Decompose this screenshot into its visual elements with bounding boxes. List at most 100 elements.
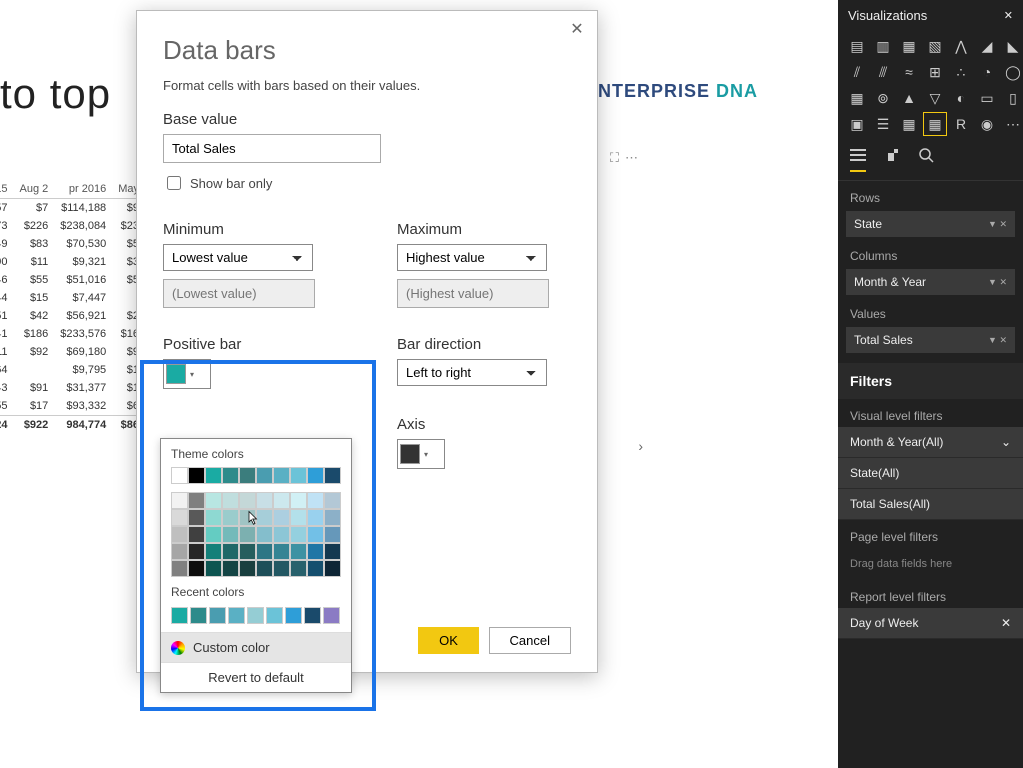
r-visual-icon[interactable]: R [950, 113, 972, 135]
color-swatch[interactable] [205, 526, 222, 543]
color-swatch[interactable] [222, 543, 239, 560]
color-swatch[interactable] [307, 467, 324, 484]
scroll-right-icon[interactable]: › [638, 438, 643, 454]
color-swatch[interactable] [228, 607, 245, 624]
color-swatch[interactable] [304, 607, 321, 624]
color-swatch[interactable] [323, 607, 340, 624]
multi-card-icon[interactable]: ▯ [1002, 87, 1023, 109]
filter-total-sales[interactable]: Total Sales(All) [838, 489, 1023, 520]
format-tab[interactable] [884, 147, 900, 172]
color-swatch[interactable] [256, 543, 273, 560]
color-swatch[interactable] [188, 509, 205, 526]
color-swatch[interactable] [256, 509, 273, 526]
column-header[interactable]: Jul 2015 [0, 180, 14, 199]
line-clustered-icon[interactable]: ⫻ [872, 61, 894, 83]
matrix-icon[interactable]: ▦ [924, 113, 946, 135]
visual-type-gallery[interactable]: ▤ ▥ ▦ ▧ ⋀ ◢ ◣ ⫽ ⫻ ≈ ⊞ ∴ ◔ ◯ ▦ ⊚ ▲ ▽ ◐ ▭ … [838, 31, 1023, 139]
color-swatch[interactable] [324, 509, 341, 526]
scatter-icon[interactable]: ∴ [950, 61, 972, 83]
ribbon-icon[interactable]: ≈ [898, 61, 920, 83]
color-swatch[interactable] [324, 543, 341, 560]
color-swatch[interactable] [290, 492, 307, 509]
line-chart-icon[interactable]: ⋀ [950, 35, 972, 57]
focus-mode-icon[interactable]: ⛶ [610, 150, 619, 166]
bar-direction-select[interactable]: Left to right [397, 359, 547, 386]
filter-month-year[interactable]: Month & Year(All)⌄ [838, 427, 1023, 458]
color-swatch[interactable] [324, 560, 341, 577]
color-swatch[interactable] [239, 492, 256, 509]
color-swatch[interactable] [222, 492, 239, 509]
color-swatch[interactable] [171, 560, 188, 577]
color-swatch[interactable] [205, 509, 222, 526]
page-filters-dropzone[interactable]: Drag data fields here [838, 548, 1023, 580]
color-swatch[interactable] [188, 560, 205, 577]
color-swatch[interactable] [188, 492, 205, 509]
filled-map-icon[interactable]: ▲ [898, 87, 920, 109]
analytics-tab[interactable] [918, 147, 934, 172]
table-icon[interactable]: ▦ [898, 113, 920, 135]
color-swatch[interactable] [307, 543, 324, 560]
revert-default-item[interactable]: Revert to default [161, 662, 351, 692]
color-swatch[interactable] [239, 560, 256, 577]
column-header[interactable]: Aug 2 [14, 180, 55, 199]
color-swatch[interactable] [307, 509, 324, 526]
rows-field[interactable]: State▼ ✕ [846, 211, 1015, 237]
values-field[interactable]: Total Sales▼ ✕ [846, 327, 1015, 353]
color-swatch[interactable] [256, 560, 273, 577]
color-swatch[interactable] [222, 526, 239, 543]
color-swatch[interactable] [273, 509, 290, 526]
color-swatch[interactable] [256, 492, 273, 509]
color-swatch[interactable] [171, 526, 188, 543]
color-swatch[interactable] [324, 526, 341, 543]
slicer-icon[interactable]: ☰ [872, 113, 894, 135]
color-swatch[interactable] [290, 509, 307, 526]
globe-icon[interactable]: ◉ [976, 113, 998, 135]
axis-color-button[interactable]: ▾ [397, 439, 445, 469]
color-swatch[interactable] [239, 467, 256, 484]
color-swatch[interactable] [205, 467, 222, 484]
color-swatch[interactable] [188, 526, 205, 543]
color-swatch[interactable] [290, 543, 307, 560]
pie-icon[interactable]: ◔ [976, 61, 998, 83]
color-swatch[interactable] [324, 492, 341, 509]
color-swatch[interactable] [256, 526, 273, 543]
color-swatch[interactable] [188, 467, 205, 484]
stacked-column-icon[interactable]: ▥ [872, 35, 894, 57]
donut-icon[interactable]: ◯ [1002, 61, 1023, 83]
collapse-pane-icon[interactable]: ✕ [1004, 9, 1013, 22]
map-icon[interactable]: ⊚ [872, 87, 894, 109]
color-swatch[interactable] [256, 467, 273, 484]
kpi-icon[interactable]: ▣ [846, 113, 868, 135]
color-swatch[interactable] [222, 560, 239, 577]
color-swatch[interactable] [273, 560, 290, 577]
stacked-area-icon[interactable]: ◣ [1002, 35, 1023, 57]
color-swatch[interactable] [209, 607, 226, 624]
stacked-bar-icon[interactable]: ▤ [846, 35, 868, 57]
cancel-button[interactable]: Cancel [489, 627, 571, 654]
gauge-icon[interactable]: ◐ [950, 87, 972, 109]
custom-visual-icon[interactable]: ⋯ [1002, 113, 1023, 135]
filter-state[interactable]: State(All) [838, 458, 1023, 489]
area-chart-icon[interactable]: ◢ [976, 35, 998, 57]
color-swatch[interactable] [266, 607, 283, 624]
color-swatch[interactable] [190, 607, 207, 624]
color-swatch[interactable] [205, 560, 222, 577]
color-swatch[interactable] [188, 543, 205, 560]
card-icon[interactable]: ▭ [976, 87, 998, 109]
color-swatch[interactable] [273, 467, 290, 484]
filter-day-of-week[interactable]: Day of Week✕ [838, 608, 1023, 639]
minimum-select[interactable]: Lowest value [163, 244, 313, 271]
treemap-icon[interactable]: ▦ [846, 87, 868, 109]
color-swatch[interactable] [247, 607, 264, 624]
color-swatch[interactable] [222, 509, 239, 526]
color-swatch[interactable] [222, 467, 239, 484]
color-swatch[interactable] [205, 543, 222, 560]
waterfall-icon[interactable]: ⊞ [924, 61, 946, 83]
color-swatch[interactable] [171, 607, 188, 624]
color-swatch[interactable] [171, 467, 188, 484]
color-swatch[interactable] [290, 467, 307, 484]
column-header[interactable]: pr 2016 [54, 180, 112, 199]
fields-tab[interactable] [850, 147, 866, 172]
color-swatch[interactable] [285, 607, 302, 624]
color-swatch[interactable] [273, 526, 290, 543]
